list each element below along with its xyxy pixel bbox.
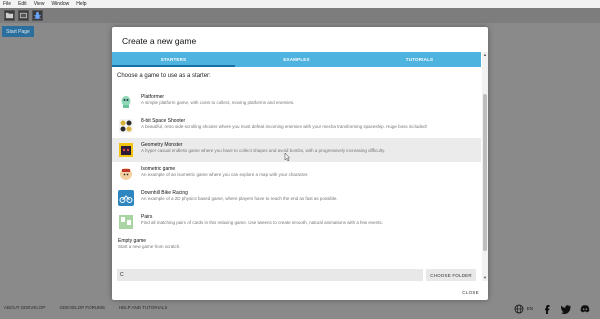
item-description: Find all matching pairs of cards in this… — [141, 220, 383, 225]
scroll-up-icon[interactable]: ▲ — [482, 52, 488, 58]
bug-icon[interactable] — [32, 10, 43, 21]
scroll-thumb[interactable] — [483, 94, 487, 251]
scroll-down-icon[interactable]: ▼ — [482, 275, 488, 281]
isometric-icon — [118, 166, 134, 182]
bike-icon — [118, 190, 134, 206]
twitter-icon[interactable] — [560, 303, 571, 314]
footer-links: ABOUT GDEVELOP GDEVELOP FORUMS HELP AND … — [4, 305, 167, 310]
item-description: A simple platform game, with coins to co… — [141, 100, 295, 105]
menu-file[interactable]: File — [3, 0, 11, 8]
item-description: An example of a 2D physics based game, w… — [141, 196, 338, 201]
link-about[interactable]: ABOUT GDEVELOP — [4, 305, 45, 310]
menu-view[interactable]: View — [34, 0, 45, 8]
facebook-icon[interactable] — [541, 303, 552, 314]
starter-prompt: Choose a game to use as a starter: — [117, 73, 211, 79]
list-item[interactable]: Platformer A simple platform game, with … — [112, 90, 481, 114]
tab-start-page[interactable]: Start Page — [2, 26, 34, 37]
pairs-icon — [118, 214, 134, 230]
menu-help[interactable]: Help — [76, 0, 86, 8]
folder-icon[interactable] — [4, 10, 15, 21]
list-item-empty-game[interactable]: Empty game Start a new game from scratch… — [112, 234, 481, 256]
close-button[interactable]: CLOSE — [462, 290, 479, 295]
list-item[interactable]: Geometry Monster A hyper casual endless … — [112, 138, 481, 162]
footer-icons: EN — [514, 303, 590, 314]
link-help[interactable]: HELP AND TUTORIALS — [119, 305, 168, 310]
create-game-dialog: Create a new game STARTERS EXAMPLES TUTO… — [112, 27, 488, 300]
item-description: A beautiful, retro side-scrolling shoote… — [141, 124, 427, 129]
item-description: Start a new game from scratch. — [118, 244, 181, 249]
toolbar — [0, 8, 600, 23]
folder-path-input[interactable] — [117, 269, 423, 281]
globe-icon[interactable] — [514, 303, 525, 314]
language-label[interactable]: EN — [527, 306, 533, 311]
tab-examples[interactable]: EXAMPLES — [235, 52, 358, 67]
item-description: An example of an isometric game where yo… — [141, 172, 309, 177]
list-item[interactable]: Isometric game An example of an isometri… — [112, 162, 481, 186]
film-icon[interactable] — [18, 10, 29, 21]
space-shooter-icon — [118, 118, 134, 134]
list-item[interactable]: 8-bit Space Shooter A beautiful, retro s… — [112, 114, 481, 138]
choose-folder-button[interactable]: CHOOSE FOLDER — [426, 269, 476, 281]
tab-tutorials[interactable]: TUTORIALS — [358, 52, 481, 67]
menu-window[interactable]: Window — [51, 0, 69, 8]
menu-edit[interactable]: Edit — [18, 0, 27, 8]
mouse-cursor-icon — [284, 153, 290, 161]
dialog-title: Create a new game — [122, 36, 197, 46]
starter-list: Platformer A simple platform game, with … — [112, 90, 481, 256]
scrollbar[interactable]: ▲ ▼ — [482, 52, 488, 281]
list-item[interactable]: Downhill Bike Racing An example of a 2D … — [112, 186, 481, 210]
platformer-icon — [118, 94, 134, 110]
item-description: A hyper casual endless game where you ha… — [141, 148, 386, 153]
geometry-monster-icon — [118, 142, 134, 158]
link-forums[interactable]: GDEVELOP FORUMS — [59, 305, 104, 310]
active-tab-indicator — [112, 65, 235, 67]
list-item[interactable]: Pairs Find all matching pairs of cards i… — [112, 210, 481, 234]
folder-row: CHOOSE FOLDER — [117, 269, 476, 281]
discord-icon[interactable] — [579, 303, 590, 314]
menu-bar: File Edit View Window Help — [0, 0, 600, 8]
